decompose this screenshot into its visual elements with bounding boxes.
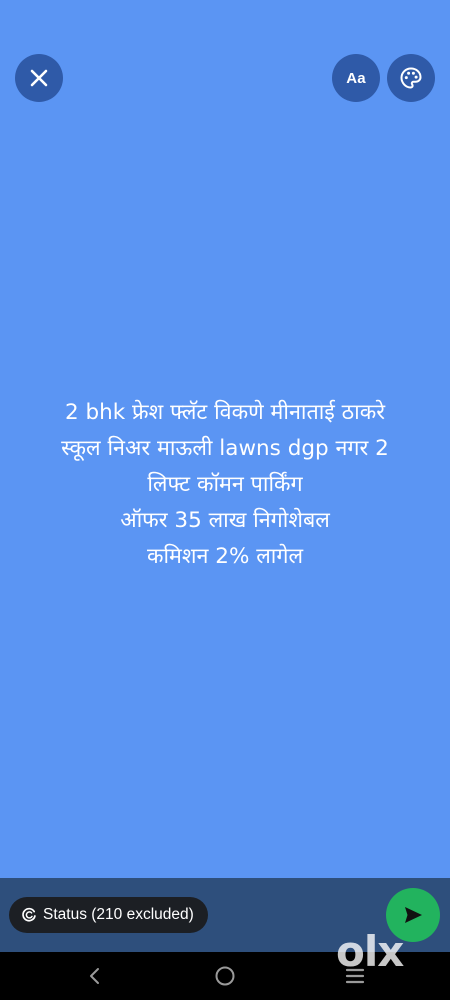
status-privacy-label: Status (210 excluded) — [43, 906, 194, 923]
status-text-line: स्कूल निअर माऊली lawns dgp नगर 2 — [61, 436, 389, 461]
status-text-line: ऑफर 35 लाख निगोशेबल — [120, 508, 330, 533]
palette-icon — [400, 67, 422, 89]
home-icon — [215, 966, 235, 986]
status-text-line: 2 bhk फ्रेश फ्लॅट विकणे मीनाताई ठाकरे — [64, 400, 386, 425]
olx-watermark-logo: olx — [336, 927, 405, 974]
status-text[interactable]: 2 bhk फ्रेश फ्लॅट विकणे मीनाताई ठाकरे स्… — [0, 395, 450, 575]
olx-watermark-text: olx — [336, 927, 404, 974]
status-icon — [21, 907, 37, 923]
status-privacy-button[interactable]: Status (210 excluded) — [9, 897, 208, 933]
status-text-line: लिफ्ट कॉमन पार्किंग — [147, 472, 303, 497]
status-canvas: Aa 2 bhk फ्रेश फ्लॅट विकणे मीनाताई ठाकरे… — [0, 0, 450, 878]
nav-back-button[interactable] — [65, 952, 125, 1000]
font-style-button[interactable]: Aa — [332, 54, 380, 102]
back-icon — [90, 968, 99, 984]
close-icon — [30, 69, 48, 87]
send-icon — [405, 907, 422, 923]
background-color-button[interactable] — [387, 54, 435, 102]
status-text-line: कमिशन 2% लागेल — [146, 544, 304, 569]
font-style-label: Aa — [346, 69, 366, 87]
nav-home-button[interactable] — [195, 952, 255, 1000]
close-button[interactable] — [15, 54, 63, 102]
